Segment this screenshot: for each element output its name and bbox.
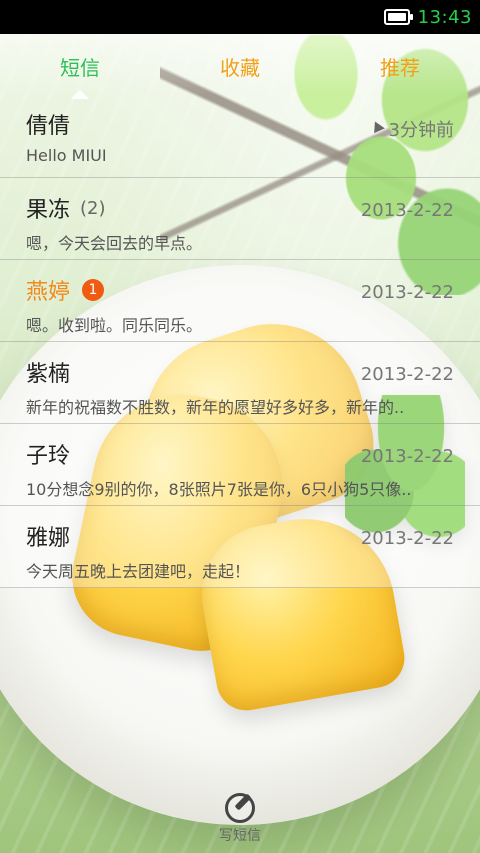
message-time: 2013-2-22 [360,364,454,385]
message-meta: 2013-2-22 [361,200,454,221]
message-row[interactable]: 雅娜 2013-2-22 今天周五晚上去团建吧，走起！ [0,506,480,588]
message-row[interactable]: 果冻 (2) 2013-2-22 嗯，今天会回去的早点。 [0,178,480,260]
contact-name: 子玲 [26,444,71,469]
message-row[interactable]: 紫楠 2013-2-22 新年的祝福数不胜数，新年的愿望好多好多，新年的.. [0,342,480,424]
message-preview: 新年的祝福数不胜数，新年的愿望好多好多，新年的.. [26,398,405,417]
status-time: 13:43 [417,6,472,28]
message-list: 倩倩 3分钟前 Hello MIUI 果冻 (2) 2013-2-22 嗯，今天… [0,94,480,588]
contact-name: 紫楠 [26,362,71,387]
message-meta: 2013-2-22 [361,364,454,385]
message-row[interactable]: 子玲 2013-2-22 10分想念9别的你，8张照片7张是你，6只小狗5只像.… [0,424,480,506]
status-bar: 13:43 [0,0,480,34]
message-time: 2013-2-22 [360,528,454,549]
contact-name: 倩倩 [26,114,71,139]
tab-bar: 短信 收藏 推荐 [0,34,480,94]
tab-recommended[interactable]: 推荐 [370,52,430,81]
contact-name: 雅娜 [26,526,71,551]
pencil-icon [368,121,385,137]
message-time: 2013-2-22 [360,200,454,221]
message-time: 2013-2-22 [360,282,454,303]
contact-name: 燕婷 [26,280,71,305]
message-preview: 10分想念9别的你，8张照片7张是你，6只小狗5只像.. [26,480,412,499]
message-meta: 3分钟前 [368,116,454,142]
message-preview: Hello MIUI [26,146,107,165]
compose-icon [225,793,255,823]
message-time: 2013-2-22 [360,446,454,467]
message-row[interactable]: 倩倩 3分钟前 Hello MIUI [0,94,480,178]
unread-badge: 1 [82,279,105,301]
message-count: (2) [80,197,106,219]
message-preview: 嗯，今天会回去的早点。 [26,234,203,253]
compose-button[interactable]: 写短信 [219,793,261,845]
message-meta: 2013-2-22 [361,446,454,467]
battery-fill [387,13,406,21]
message-preview: 今天周五晚上去团建吧，走起！ [26,562,251,581]
contact-name: 果冻 [26,198,71,223]
tab-sms[interactable]: 短信 [50,52,110,81]
message-row[interactable]: 燕婷 1 2013-2-22 嗯。收到啦。同乐同乐。 [0,260,480,342]
compose-label: 写短信 [219,828,261,844]
message-preview: 嗯。收到啦。同乐同乐。 [26,316,203,335]
message-meta: 2013-2-22 [361,528,454,549]
tab-favorites[interactable]: 收藏 [210,52,270,81]
message-time: 3分钟前 [388,120,454,141]
message-meta: 2013-2-22 [361,282,454,303]
battery-icon [383,9,413,25]
